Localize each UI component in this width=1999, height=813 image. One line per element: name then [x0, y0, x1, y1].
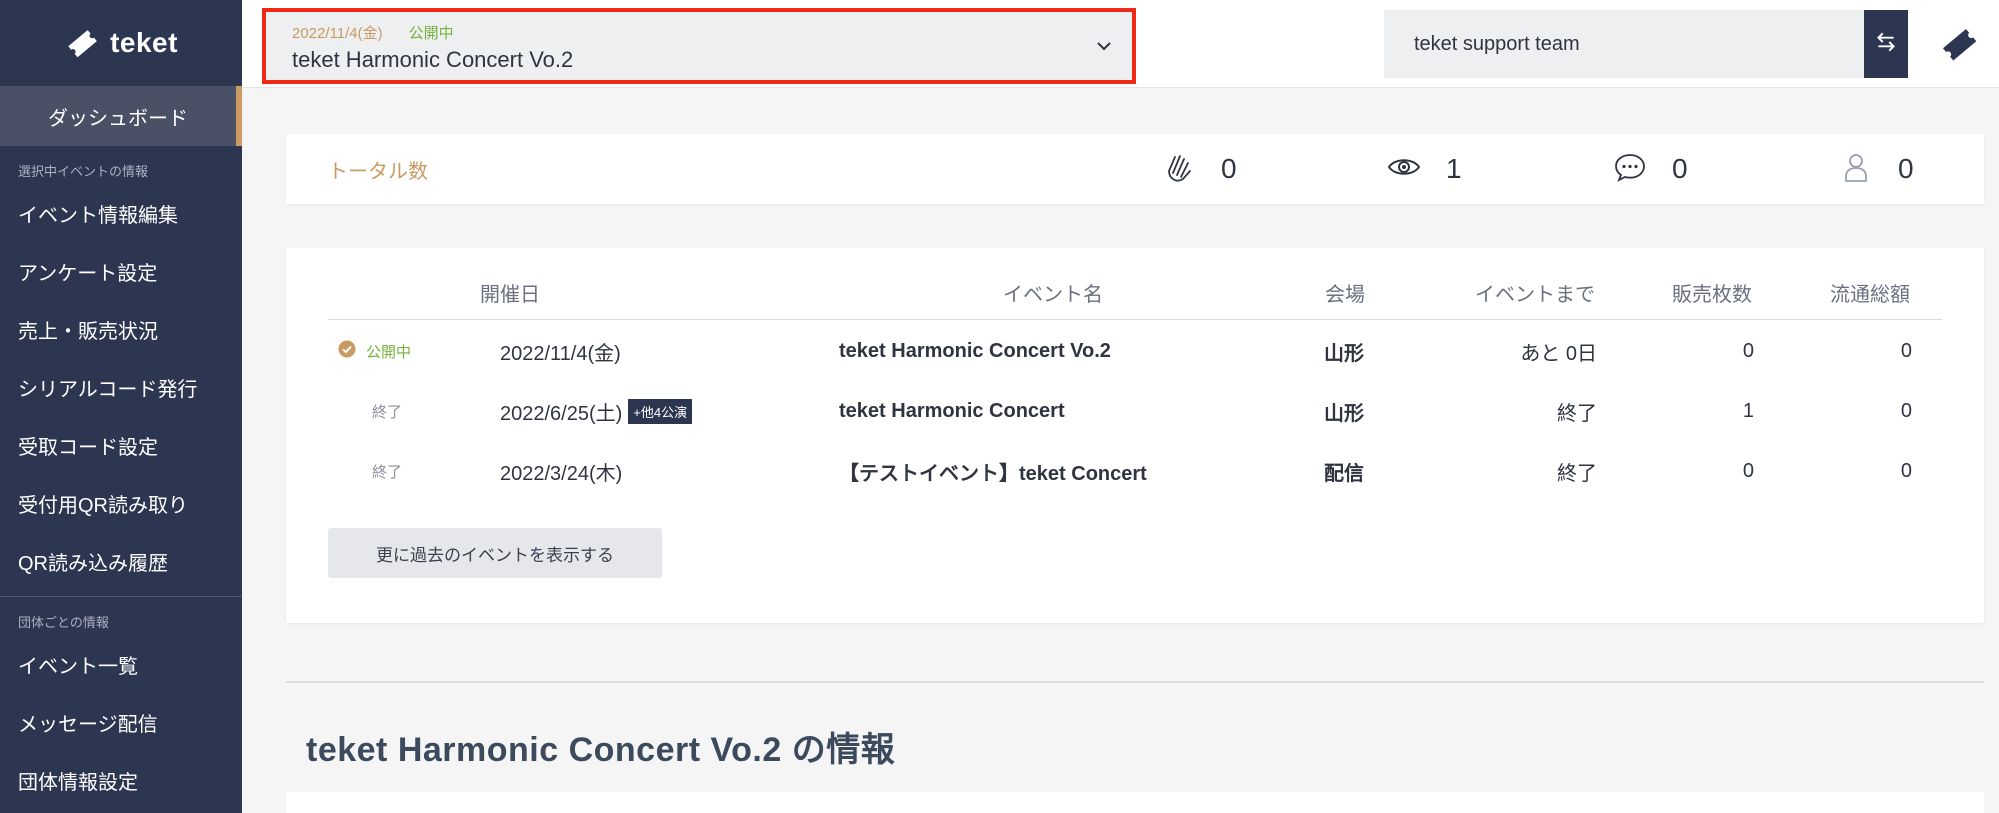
event-info-title: teket Harmonic Concert Vo.2 の情報 [306, 731, 896, 769]
event-date-cell: 2022/6/25(土) +他4公演 [500, 381, 693, 441]
swap-arrows-icon [1873, 29, 1899, 60]
events-card: 開催日 イベント名 会場 イベントまで 販売枚数 流通総額 公開中 2022/1… [286, 248, 1984, 623]
switch-team-button[interactable] [1864, 10, 1908, 78]
clap-icon [1161, 149, 1197, 190]
sidebar-section-event: 選択中イベントの情報 [18, 164, 149, 179]
totals-label: トータル数 [328, 160, 428, 183]
sidebar-item-qr-history[interactable]: QR読み込み履歴 [0, 532, 242, 590]
col-total-amount: 流通総額 [1830, 284, 1910, 306]
check-circle-icon [338, 340, 356, 362]
sidebar-item-dashboard[interactable]: ダッシュボード [0, 86, 242, 146]
selected-event-status: 公開中 [408, 25, 454, 42]
ticket-logo-icon [64, 25, 100, 61]
table-row[interactable]: 終了 2022/6/25(土) +他4公演 teket Harmonic Con… [328, 381, 1942, 441]
sidebar-item-event-edit[interactable]: イベント情報編集 [0, 184, 242, 242]
sidebar-item-serial-code[interactable]: シリアルコード発行 [0, 358, 242, 416]
event-status: 公開中 [338, 321, 411, 381]
event-status-label: 終了 [372, 403, 403, 421]
event-until: 終了 [1557, 462, 1597, 485]
event-selector-dropdown[interactable]: 2022/11/4(金) 公開中 teket Harmonic Concert … [262, 8, 1136, 84]
sidebar-item-survey[interactable]: アンケート設定 [0, 242, 242, 300]
event-name-link[interactable]: 【テストイベント】teket Concert [839, 441, 1147, 501]
event-sold: 0 [1742, 339, 1754, 362]
table-row[interactable]: 終了 2022/3/24(木) 【テストイベント】teket Concert 配… [328, 441, 1942, 501]
event-status-label: 終了 [372, 463, 403, 481]
event-info-card [286, 792, 1984, 813]
sidebar-item-qr-reader[interactable]: 受付用QR読み取り [0, 474, 242, 532]
sidebar-item-messages[interactable]: メッセージ配信 [0, 693, 242, 751]
stat-views-value: 1 [1446, 153, 1462, 184]
stat-comments-value: 0 [1672, 153, 1688, 184]
show-past-events-button[interactable]: 更に過去のイベントを表示する [328, 528, 662, 578]
comment-icon [1612, 149, 1648, 190]
sidebar: teket ダッシュボード 選択中イベントの情報 イベント情報編集 アンケート設… [0, 0, 242, 813]
stat-views: 1 [1386, 134, 1462, 204]
event-until: 終了 [1557, 402, 1597, 425]
brand-name: teket [110, 27, 178, 58]
sidebar-logo[interactable]: teket [0, 0, 242, 86]
sidebar-item-org-settings[interactable]: 団体情報設定 [0, 751, 242, 809]
col-until-event: イベントまで [1475, 284, 1595, 306]
table-row[interactable]: 公開中 2022/11/4(金) teket Harmonic Concert … [328, 321, 1942, 381]
event-venue: 配信 [1324, 462, 1364, 485]
chevron-down-icon [1094, 36, 1114, 56]
sidebar-section-org: 団体ごとの情報 [18, 615, 109, 630]
event-sold: 0 [1742, 459, 1754, 482]
sidebar-item-sales[interactable]: 売上・販売状況 [0, 300, 242, 358]
ticket-logo-icon[interactable] [1939, 24, 1979, 64]
event-date: 2022/3/24(木) [500, 462, 623, 485]
team-name-field[interactable]: teket support team [1384, 10, 1864, 78]
event-until: あと 0日 [1520, 342, 1597, 365]
eye-icon [1386, 149, 1422, 190]
event-status-label: 公開中 [366, 343, 412, 361]
stat-claps: 0 [1161, 134, 1237, 204]
selected-event-date: 2022/11/4(金) [292, 25, 383, 42]
col-venue: 会場 [1325, 284, 1365, 306]
event-total: 0 [1900, 339, 1912, 362]
events-table-header: 開催日 イベント名 会場 イベントまで 販売枚数 流通総額 [328, 248, 1942, 320]
event-name-link[interactable]: teket Harmonic Concert [839, 381, 1065, 441]
stat-comments: 0 [1612, 134, 1688, 204]
section-divider [286, 681, 1984, 683]
user-icon [1838, 149, 1874, 190]
col-event-name: イベント名 [1003, 284, 1103, 306]
stat-users: 0 [1838, 134, 1914, 204]
event-date: 2022/11/4(金) [500, 342, 621, 365]
event-venue: 山形 [1324, 402, 1364, 425]
col-sold-count: 販売枚数 [1672, 284, 1752, 306]
stat-users-value: 0 [1898, 153, 1914, 184]
sidebar-item-receipt-code[interactable]: 受取コード設定 [0, 416, 242, 474]
more-performances-badge: +他4公演 [628, 398, 693, 424]
event-date: 2022/6/25(土) [500, 402, 623, 425]
top-header: 2022/11/4(金) 公開中 teket Harmonic Concert … [242, 0, 1999, 88]
selected-event-title: teket Harmonic Concert Vo.2 [292, 47, 574, 72]
event-venue: 山形 [1324, 342, 1364, 365]
stat-claps-value: 0 [1221, 153, 1237, 184]
event-total: 0 [1900, 399, 1912, 422]
col-date: 開催日 [480, 284, 540, 306]
event-name-link[interactable]: teket Harmonic Concert Vo.2 [839, 321, 1111, 381]
sidebar-item-event-list[interactable]: イベント一覧 [0, 635, 242, 693]
event-total: 0 [1900, 459, 1912, 482]
event-sold: 1 [1742, 399, 1754, 422]
totals-card: トータル数 0 1 0 0 [286, 134, 1984, 204]
